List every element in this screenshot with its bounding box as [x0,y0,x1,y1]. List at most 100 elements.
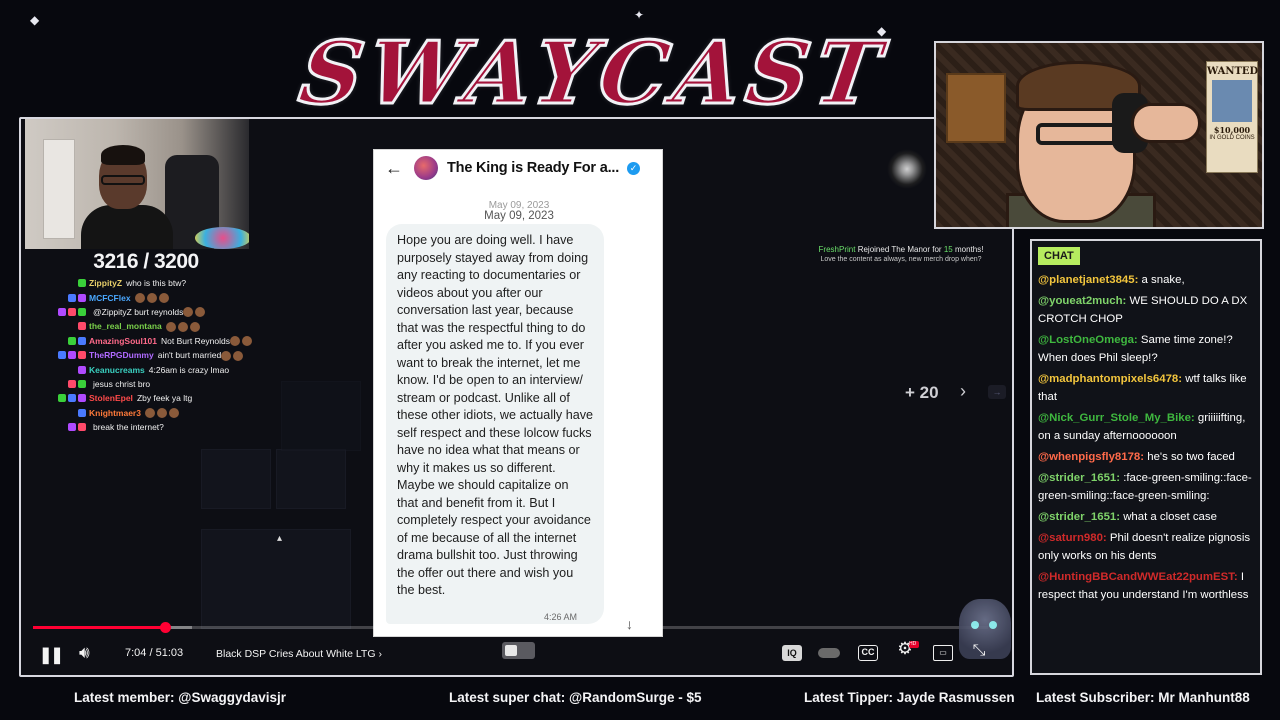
overlay-chat-user: TheRPGDummy [89,350,154,361]
background-thumbnail [201,529,351,629]
captions-icon[interactable]: CC [858,645,878,661]
chat-message: @LostOneOmega: Same time zone!? When doe… [1038,331,1258,367]
gallery-next-button[interactable]: → [988,385,1006,399]
emote-group [230,335,254,347]
chat-text: he's so two faced [1147,451,1235,463]
fullscreen-icon[interactable]: ⤡ [969,643,989,659]
miniplayer-icon[interactable]: ▭ [933,645,953,661]
emote-icon [189,321,200,332]
cartoon-glasses [1036,123,1121,145]
overlay-chat-row: StolenEpel Zby feek ya ltg [31,391,271,405]
chat-message: @strider_1651: :face-green-smiling::face… [1038,469,1258,505]
emote-icon [233,350,244,361]
emote-icon [134,292,145,303]
overlay-chat-user: MCFCFlex [89,292,131,303]
chat-username: @madphantompixels6478: [1038,373,1183,385]
overlay-chat-message: @ZippityZ burt reynolds [93,306,184,317]
chat-badges [31,408,89,417]
latest-tipper: Latest Tipper: Jayde Rasmussen [804,690,1015,705]
resub-months: 15 [943,245,953,254]
badge-icon [78,423,86,432]
emote-icon [183,307,194,318]
toggle-icon[interactable] [818,648,840,658]
emote-icon [242,336,253,347]
badge-icon [68,307,76,316]
resub-user: FreshPrint [818,245,856,254]
wanted-title: WANTED [1207,66,1259,77]
back-arrow-icon[interactable]: ← [374,158,414,179]
dm-header: ← The King is Ready For a... ✓ [374,150,662,186]
chat-username: @strider_1651: [1038,472,1121,484]
video-title[interactable]: Black DSP Cries About White LTG › [216,648,382,660]
star-decoration: ◆ [30,13,40,27]
dm-message-text: Hope you are doing well. I have purposel… [397,233,594,597]
overlay-chat-user: AmazingSoul101 [89,335,158,346]
emote-icon [144,408,155,419]
emote-group [221,350,245,361]
chat-message: @HuntingBBCandWWEat22pumEST: I respect t… [1038,568,1258,604]
badge-icon [68,336,76,345]
chat-username: @youeat2much: [1038,295,1127,307]
autoplay-toggle[interactable] [502,642,535,659]
emote-icon [195,307,206,318]
emote-icon [156,408,167,419]
dm-screenshot: ← The King is Ready For a... ✓ May 09, 2… [373,149,663,637]
verified-badge-icon: ✓ [627,161,641,175]
chat-badges [31,379,89,388]
star-decoration: ✦ [634,8,645,22]
dm-date: May 09, 2023 [484,210,554,222]
overlay-chat-user: ZippityZ [89,278,123,289]
badge-icon [68,394,76,403]
emote-icon [221,350,232,361]
overlay-chat-user: Knightmaer3 [89,407,141,418]
stream-overlay: ◆ ✦ ◆ SWAYCAST 3216 / 3200 ZippityZ who i… [0,0,1280,720]
latest-superchat: Latest super chat: @RandomSurge - $5 [449,690,702,705]
overlay-chat-row: Knightmaer3 [31,406,271,420]
host-avatar-cam: WANTED $10,000 IN GOLD COINS [934,41,1264,229]
progress-scrubber[interactable] [159,622,171,633]
webcam-glasses [101,175,145,185]
streamer-webcam [25,119,249,249]
wanted-poster: WANTED $10,000 IN GOLD COINS [1206,61,1258,173]
overlay-chat-user: Keanucreams [89,364,145,375]
emote-group [134,292,171,303]
overlay-chat-row: @ZippityZ burt reynolds [31,305,271,319]
chat-message: @whenpigsfly8178: he's so two faced [1038,448,1258,466]
overlay-chat-message: jesus christ bro [93,378,151,389]
emote-icon [230,336,241,347]
overlay-chat: ZippityZ who is this btw? MCFCFlex @Zippity… [31,276,271,434]
mouse-cursor-icon: ▴ [277,533,283,544]
overlay-chat-row: TheRPGDummy ain't burt married [31,348,271,362]
badge-icon [78,379,86,388]
chat-username: @LostOneOmega: [1038,334,1138,346]
emote-icon [146,292,157,303]
chevron-right-icon[interactable]: › [960,381,966,402]
wanted-photo [1212,80,1252,122]
chat-message: @planetjanet3845: a snake, [1038,271,1258,289]
progress-bar[interactable] [33,622,988,633]
chat-message: @strider_1651: what a closet case [1038,508,1258,526]
overlay-chat-row: the_real_montana [31,319,271,333]
volume-icon[interactable]: 🔊︎ [79,643,90,663]
pointing-hand [1131,103,1201,143]
video-player[interactable]: 3216 / 3200 ZippityZ who is this btw? MCFC… [19,117,1014,677]
scroll-down-icon[interactable]: ↓ [626,616,633,632]
avatar [414,156,438,180]
pause-icon[interactable]: ❚❚ [39,645,64,665]
bottom-ticker: Latest member: @Swaggydavisjr Latest sup… [0,684,1280,714]
badge-icon [78,293,86,302]
overlay-chat-row: MCFCFlex [31,290,271,304]
overlay-chat-message: 4:26am is crazy lmao [148,364,230,375]
chat-messages: @planetjanet3845: a snake, @youeat2much: … [1038,271,1258,607]
chat-text: a snake, [1141,274,1185,286]
resub-message: Love the content as always, new merch dr… [820,256,982,263]
overlay-chat-message: Zby feek ya ltg [136,393,193,404]
chat-badges [31,351,89,360]
resub-alert: FreshPrint Rejoined The Manor for 15 mon… [781,245,1012,265]
video-title-text: Black DSP Cries About White LTG [216,648,376,660]
overlay-chat-message: ain't burt married [157,350,222,361]
webcam-door [43,139,75,239]
resub-text: Rejoined The Manor for [857,245,942,254]
iq-icon[interactable]: IQ [782,645,802,661]
overlay-chat-message: Not Burt Reynolds [161,335,231,346]
